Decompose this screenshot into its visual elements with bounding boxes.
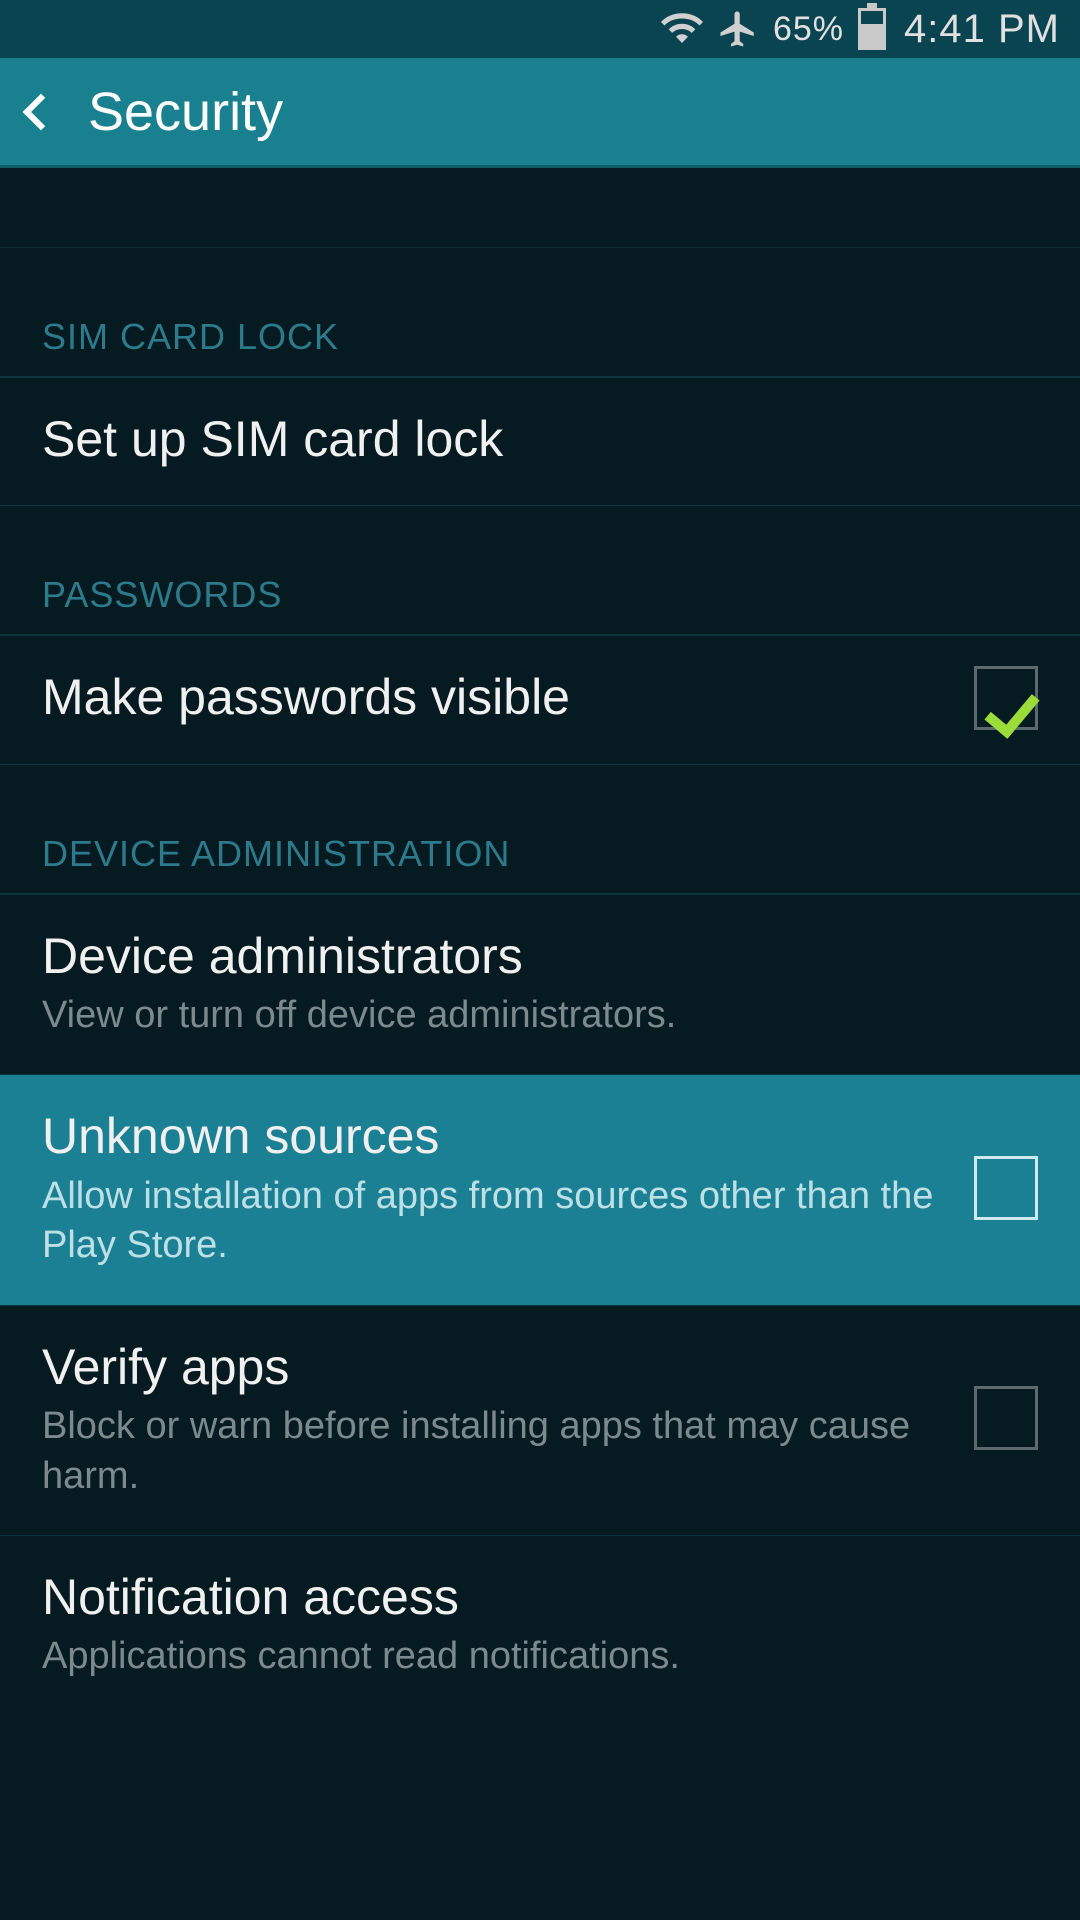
checkbox-make-passwords-visible[interactable] <box>974 666 1038 730</box>
row-title: Make passwords visible <box>42 666 944 729</box>
wifi-icon <box>661 8 703 50</box>
row-subtitle: Allow installation of apps from sources … <box>42 1172 944 1271</box>
row-set-up-sim-lock[interactable]: Set up SIM card lock <box>0 378 1080 506</box>
status-bar: 65% 4:41 PM <box>0 0 1080 58</box>
status-clock: 4:41 PM <box>904 7 1060 52</box>
settings-list: SIM CARD LOCK Set up SIM card lock PASSW… <box>0 168 1080 1716</box>
checkbox-verify-apps[interactable] <box>974 1386 1038 1450</box>
row-device-administrators[interactable]: Device administrators View or turn off d… <box>0 895 1080 1076</box>
section-header-passwords: PASSWORDS <box>0 506 1080 636</box>
section-header-sim: SIM CARD LOCK <box>0 248 1080 378</box>
back-icon[interactable] <box>23 93 60 130</box>
battery-percentage: 65% <box>773 10 844 49</box>
row-title: Device administrators <box>42 925 1038 988</box>
row-subtitle: View or turn off device administrators. <box>42 991 1038 1040</box>
row-title: Set up SIM card lock <box>42 408 1038 471</box>
status-icons: 65% <box>661 8 886 50</box>
row-title: Unknown sources <box>42 1105 944 1168</box>
section-header-device-admin: DEVICE ADMINISTRATION <box>0 765 1080 895</box>
row-subtitle: Applications cannot read notifications. <box>42 1632 1038 1681</box>
page-title: Security <box>88 81 283 143</box>
row-notification-access[interactable]: Notification access Applications cannot … <box>0 1536 1080 1716</box>
row-unknown-sources[interactable]: Unknown sources Allow installation of ap… <box>0 1075 1080 1305</box>
partial-row[interactable] <box>0 188 1080 248</box>
row-title: Notification access <box>42 1566 1038 1629</box>
row-subtitle: Block or warn before installing apps tha… <box>42 1402 944 1501</box>
checkbox-unknown-sources[interactable] <box>974 1156 1038 1220</box>
row-make-passwords-visible[interactable]: Make passwords visible <box>0 636 1080 765</box>
row-title: Verify apps <box>42 1336 944 1399</box>
battery-icon <box>858 8 886 50</box>
airplane-mode-icon <box>717 8 759 50</box>
action-bar: Security <box>0 58 1080 168</box>
row-verify-apps[interactable]: Verify apps Block or warn before install… <box>0 1306 1080 1536</box>
